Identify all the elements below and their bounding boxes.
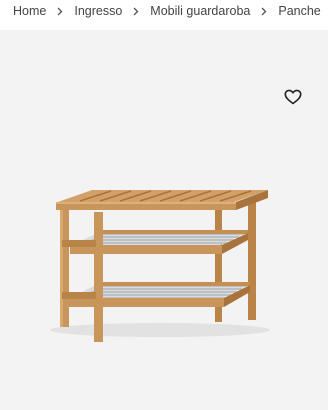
chevron-right-icon <box>261 7 267 16</box>
product-image-gallery[interactable] <box>0 30 328 410</box>
chevron-right-icon <box>57 7 63 16</box>
product-image-shoe-bench <box>50 190 270 342</box>
breadcrumb: Home Ingresso Mobili guardaroba Panche P… <box>0 0 328 22</box>
wishlist-button[interactable] <box>281 86 305 108</box>
breadcrumb-panche[interactable]: Panche <box>278 4 320 18</box>
breadcrumb-mobili-guardaroba[interactable]: Mobili guardaroba <box>150 4 250 18</box>
heart-outline-icon <box>284 89 302 105</box>
breadcrumb-ingresso[interactable]: Ingresso <box>74 4 122 18</box>
breadcrumb-home[interactable]: Home <box>13 4 46 18</box>
chevron-right-icon <box>133 7 139 16</box>
product-page: Home Ingresso Mobili guardaroba Panche P… <box>0 0 328 410</box>
